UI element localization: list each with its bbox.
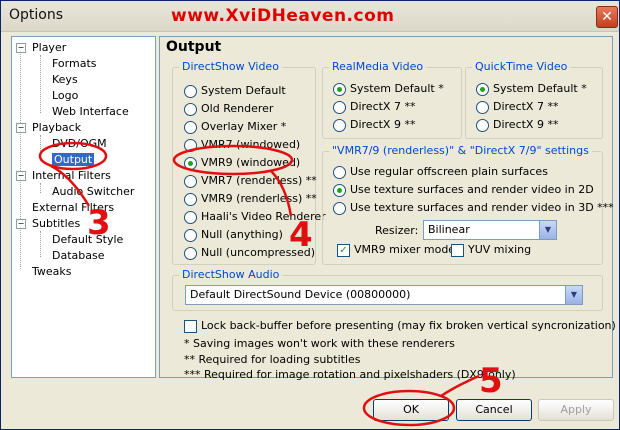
quicktime-video-group: QuickTime Video System Default * DirectX… [465, 60, 603, 139]
tree-item-output[interactable]: Output [52, 153, 95, 166]
checkmark-icon: ✓ [337, 244, 350, 257]
radio-label: System Default * [493, 82, 587, 95]
radio-label: Overlay Mixer * [201, 120, 287, 133]
tree-line [40, 183, 41, 193]
annotation-step-3: 3 [87, 203, 111, 243]
note-saving-images: * Saving images won't work with these re… [184, 337, 455, 350]
chevron-down-icon[interactable]: ▼ [539, 221, 556, 239]
group-title: DirectShow Audio [179, 268, 283, 281]
radio-icon [333, 101, 346, 114]
collapse-icon[interactable]: − [16, 171, 26, 181]
radio-icon [476, 101, 489, 114]
tree-item-audio-switcher[interactable]: Audio Switcher [52, 185, 134, 198]
title-bar[interactable]: Options www.XviDHeaven.com ✕ [1, 1, 619, 32]
options-window: Options www.XviDHeaven.com ✕ − Player Fo… [0, 0, 620, 430]
checkbox-icon [184, 320, 197, 333]
radio-icon [333, 119, 346, 132]
options-tree: − Player Formats Keys Logo Web Interface… [11, 36, 156, 378]
group-title: RealMedia Video [329, 60, 427, 73]
radio-icon [333, 166, 346, 179]
audio-device-value: Default DirectSound Device (00800000) [190, 288, 411, 301]
collapse-icon[interactable]: − [16, 123, 26, 133]
radio-label: DirectX 7 ** [350, 100, 416, 113]
tree-line [20, 51, 21, 269]
annotation-step-4: 4 [289, 215, 313, 255]
radio-label: System Default * [350, 82, 444, 95]
tree-line [40, 231, 41, 257]
radio-icon [476, 119, 489, 132]
tree-line [40, 55, 41, 113]
tree-item-label: Internal Filters [32, 169, 111, 182]
tree-item-web-interface[interactable]: Web Interface [52, 105, 129, 118]
audio-device-select[interactable]: Default DirectSound Device (00800000) ▼ [185, 285, 583, 305]
page-title: Output [166, 39, 222, 55]
radio-icon [476, 83, 489, 96]
cancel-button[interactable]: Cancel [456, 399, 532, 421]
tree-item-logo[interactable]: Logo [52, 89, 78, 102]
radio-icon [184, 139, 197, 152]
radio-label: VMR7 (windowed) [201, 138, 301, 151]
radio-icon [184, 85, 197, 98]
apply-button[interactable]: Apply [538, 399, 614, 421]
radio-icon [184, 157, 197, 170]
radio-label: System Default [201, 84, 286, 97]
radio-label: Old Renderer [201, 102, 274, 115]
radio-label: DirectX 7 ** [493, 100, 559, 113]
resizer-value: Bilinear [428, 223, 470, 236]
collapse-icon[interactable]: − [16, 219, 26, 229]
checkbox-label: Lock back-buffer before presenting (may … [201, 319, 616, 332]
tree-item-keys[interactable]: Keys [52, 73, 78, 86]
radio-label: Use texture surfaces and render video in… [350, 201, 614, 214]
group-title: DirectShow Video [179, 60, 282, 73]
radio-icon [184, 121, 197, 134]
collapse-icon[interactable]: − [16, 43, 26, 53]
realmedia-video-group: RealMedia Video System Default * DirectX… [322, 60, 462, 139]
tree-item-label: Player [32, 41, 67, 54]
tree-item-label: Playback [32, 121, 82, 134]
radio-label: Use texture surfaces and render video in… [350, 183, 594, 196]
group-title: "VMR7/9 (renderless)" & "DirectX 7/9" se… [329, 144, 592, 157]
directshow-audio-group: DirectShow Audio Default DirectSound Dev… [172, 268, 603, 311]
radio-label: VMR9 (windowed) [201, 156, 301, 169]
tree-item-database[interactable]: Database [52, 249, 105, 262]
vmr-settings-group: "VMR7/9 (renderless)" & "DirectX 7/9" se… [322, 144, 614, 265]
close-icon[interactable]: ✕ [596, 6, 618, 28]
radio-icon [184, 211, 197, 224]
radio-icon [184, 175, 197, 188]
annotation-step-5: 5 [479, 361, 503, 401]
checkbox-label: YUV mixing [468, 243, 532, 256]
radio-icon [184, 103, 197, 116]
radio-label: DirectX 9 ** [493, 118, 559, 131]
note-rotation: *** Required for image rotation and pixe… [184, 368, 516, 381]
resizer-select[interactable]: Bilinear ▼ [423, 220, 557, 240]
ok-button[interactable]: OK [373, 399, 449, 421]
radio-label: DirectX 9 ** [350, 118, 416, 131]
radio-label: Use regular offscreen plain surfaces [350, 165, 548, 178]
group-title: QuickTime Video [472, 60, 571, 73]
tree-item-formats[interactable]: Formats [52, 57, 97, 70]
radio-label: VMR9 (renderless) ** [201, 192, 317, 205]
radio-icon [333, 202, 346, 215]
tree-item-label: Subtitles [32, 217, 81, 230]
checkbox-label: VMR9 mixer mode [354, 243, 456, 256]
tree-item-dvd-ogm[interactable]: DVD/OGM [52, 137, 107, 150]
checkbox-icon [451, 244, 464, 257]
note-subtitles: ** Required for loading subtitles [184, 353, 361, 366]
radio-icon [333, 184, 346, 197]
radio-icon [184, 229, 197, 242]
watermark-brand: www.XviDHeaven.com [171, 6, 395, 26]
tree-item-tweaks[interactable]: Tweaks [32, 265, 72, 278]
radio-icon [184, 247, 197, 260]
resizer-label: Resizer: [375, 224, 419, 237]
radio-label: Null (anything) [201, 228, 283, 241]
window-title: Options [9, 7, 64, 23]
tree-line [40, 135, 41, 161]
radio-icon [333, 83, 346, 96]
radio-label: VMR7 (renderless) ** [201, 174, 317, 187]
radio-icon [184, 193, 197, 206]
chevron-down-icon[interactable]: ▼ [565, 286, 582, 304]
output-panel: Output DirectShow Video System Default O… [159, 36, 616, 381]
